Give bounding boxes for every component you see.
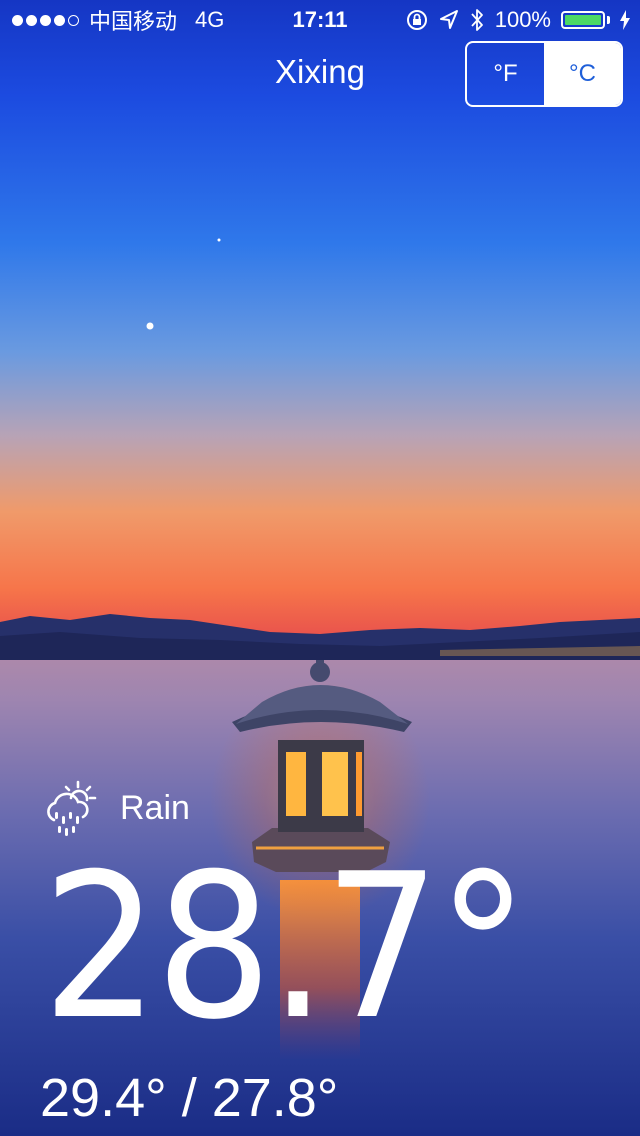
condition-label: Rain (120, 788, 190, 827)
current-temperature: 28.7° (42, 848, 567, 1048)
bluetooth-icon (471, 9, 483, 31)
high-low-temperature: 29.4° / 27.8° (40, 1068, 339, 1128)
status-right: 100% (405, 6, 630, 34)
unit-toggle[interactable]: °F °C (465, 41, 623, 107)
battery-cap (607, 16, 610, 24)
battery-percent: 100% (494, 7, 551, 32)
charging-bolt-icon (620, 10, 630, 30)
status-bar: 中国移动 4G 17:11 100% (0, 0, 640, 40)
celsius-option[interactable]: °C (544, 43, 621, 105)
temperature-value: 28.7° (42, 831, 529, 1064)
battery-icon (561, 11, 605, 29)
fahrenheit-option[interactable]: °F (467, 43, 544, 105)
location-arrow-icon (439, 10, 458, 29)
rotation-lock-icon (406, 10, 427, 30)
